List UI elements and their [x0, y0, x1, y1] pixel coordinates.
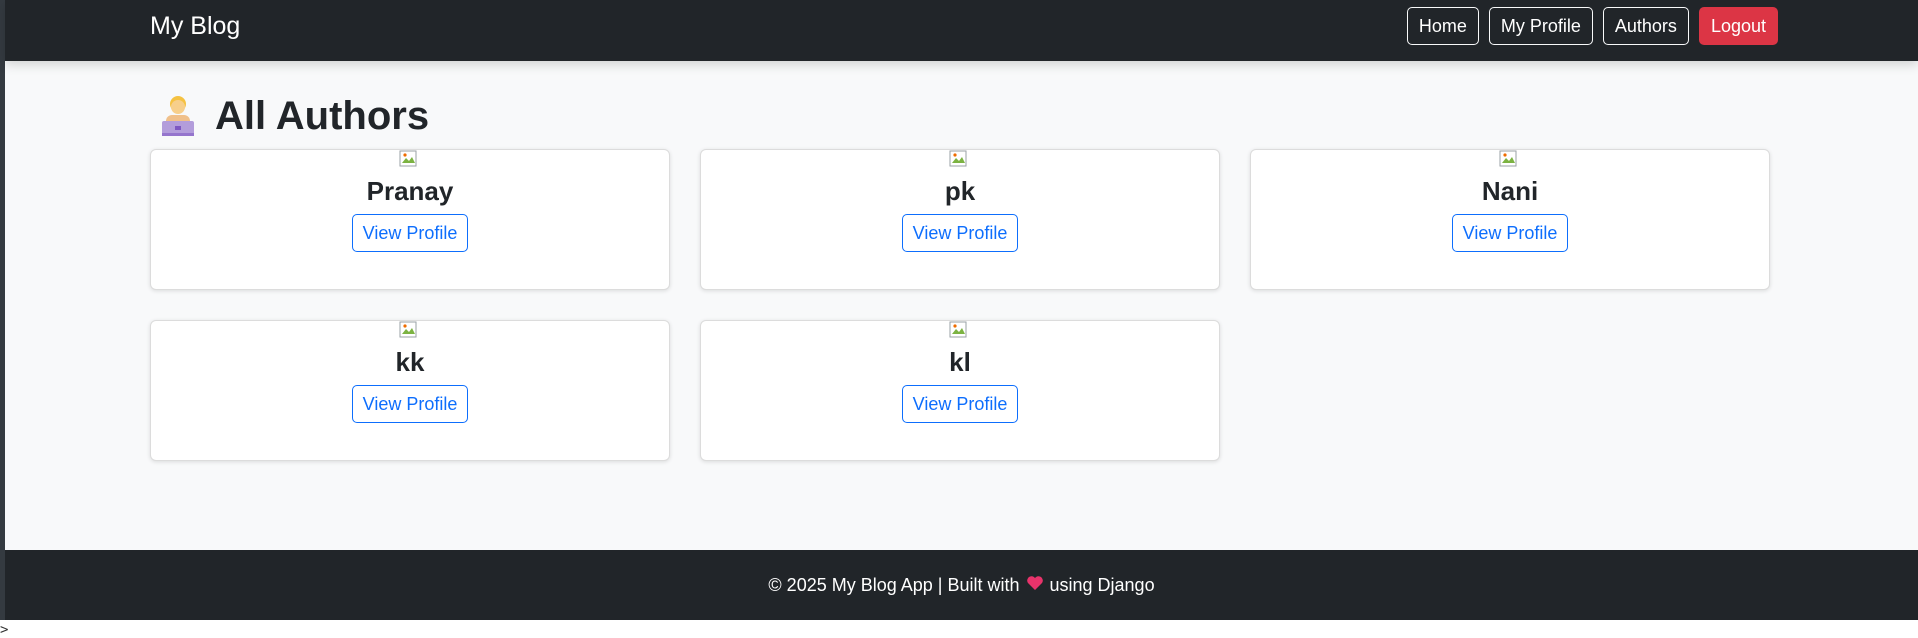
nav-links: Home My Profile Authors Logout	[1406, 7, 1778, 45]
author-name: kk	[395, 347, 425, 377]
view-profile-button[interactable]: View Profile	[901, 214, 1019, 252]
author-card: pk View Profile	[700, 149, 1220, 290]
broken-image-icon	[949, 321, 971, 341]
top-navbar: My Blog Home My Profile Authors Logout	[5, 0, 1918, 61]
bottom-strip	[0, 620, 1918, 638]
broken-image-icon	[399, 321, 421, 341]
brand-link[interactable]: My Blog	[150, 12, 240, 41]
footer-text-after: using Django	[1049, 574, 1155, 595]
view-profile-button[interactable]: View Profile	[1451, 214, 1569, 252]
author-card: kk View Profile	[150, 320, 670, 461]
page-title-text: All Authors	[215, 93, 430, 138]
nav-my-profile-button[interactable]: My Profile	[1488, 7, 1593, 45]
main-content: All Authors Pranay View Profile pk View …	[5, 61, 1918, 550]
site-footer: © 2025 My Blog App | Built with using Dj…	[5, 550, 1918, 620]
author-name: Pranay	[366, 176, 454, 206]
author-name: kl	[949, 347, 971, 377]
nav-authors-button[interactable]: Authors	[1602, 7, 1689, 45]
broken-image-icon	[949, 150, 971, 170]
heart-icon	[1026, 575, 1044, 596]
technologist-emoji-icon	[155, 93, 201, 139]
authors-grid: Pranay View Profile pk View Profile Nani…	[150, 149, 1770, 461]
page-title: All Authors	[155, 93, 429, 139]
footer-text: © 2025 My Blog App | Built with using Dj…	[768, 575, 1154, 596]
footer-text-before: © 2025 My Blog App | Built with	[768, 574, 1020, 595]
caret-glyph: >	[0, 622, 9, 638]
author-name: pk	[944, 176, 976, 206]
view-profile-button[interactable]: View Profile	[351, 385, 469, 423]
broken-image-icon	[399, 150, 421, 170]
nav-home-button[interactable]: Home	[1406, 7, 1479, 45]
logout-button[interactable]: Logout	[1698, 7, 1778, 45]
author-name: Nani	[1481, 176, 1539, 206]
view-profile-button[interactable]: View Profile	[901, 385, 1019, 423]
author-card: kl View Profile	[700, 320, 1220, 461]
author-card: Pranay View Profile	[150, 149, 670, 290]
broken-image-icon	[1499, 150, 1521, 170]
view-profile-button[interactable]: View Profile	[351, 214, 469, 252]
author-card: Nani View Profile	[1250, 149, 1770, 290]
